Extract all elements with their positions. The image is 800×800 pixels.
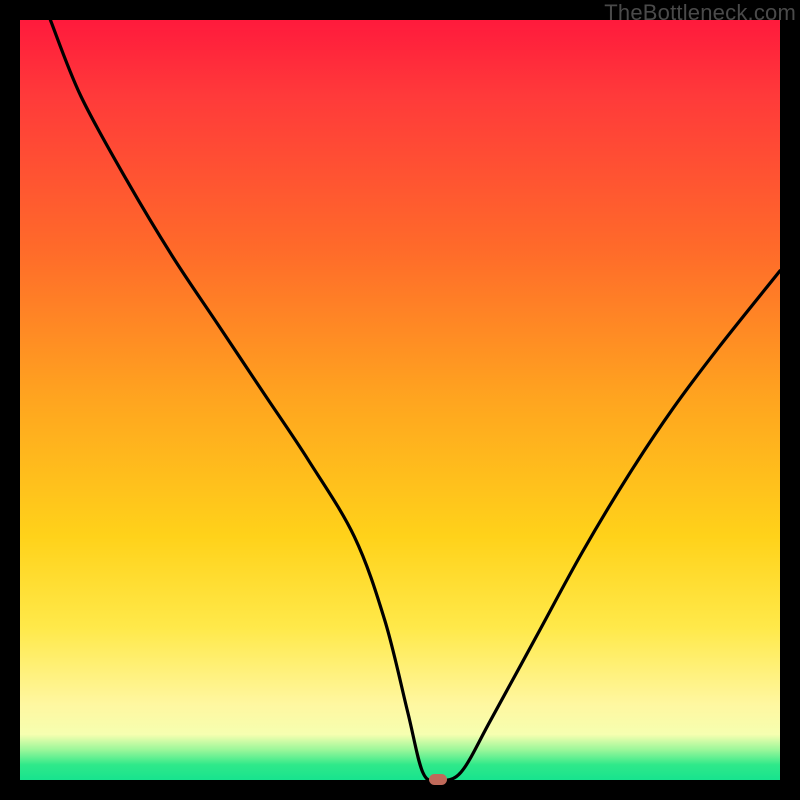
watermark-text: TheBottleneck.com: [604, 0, 796, 26]
optimal-marker: [429, 774, 447, 785]
chart-frame: TheBottleneck.com: [0, 0, 800, 800]
plot-area: [20, 20, 780, 780]
bottleneck-curve: [20, 20, 780, 780]
